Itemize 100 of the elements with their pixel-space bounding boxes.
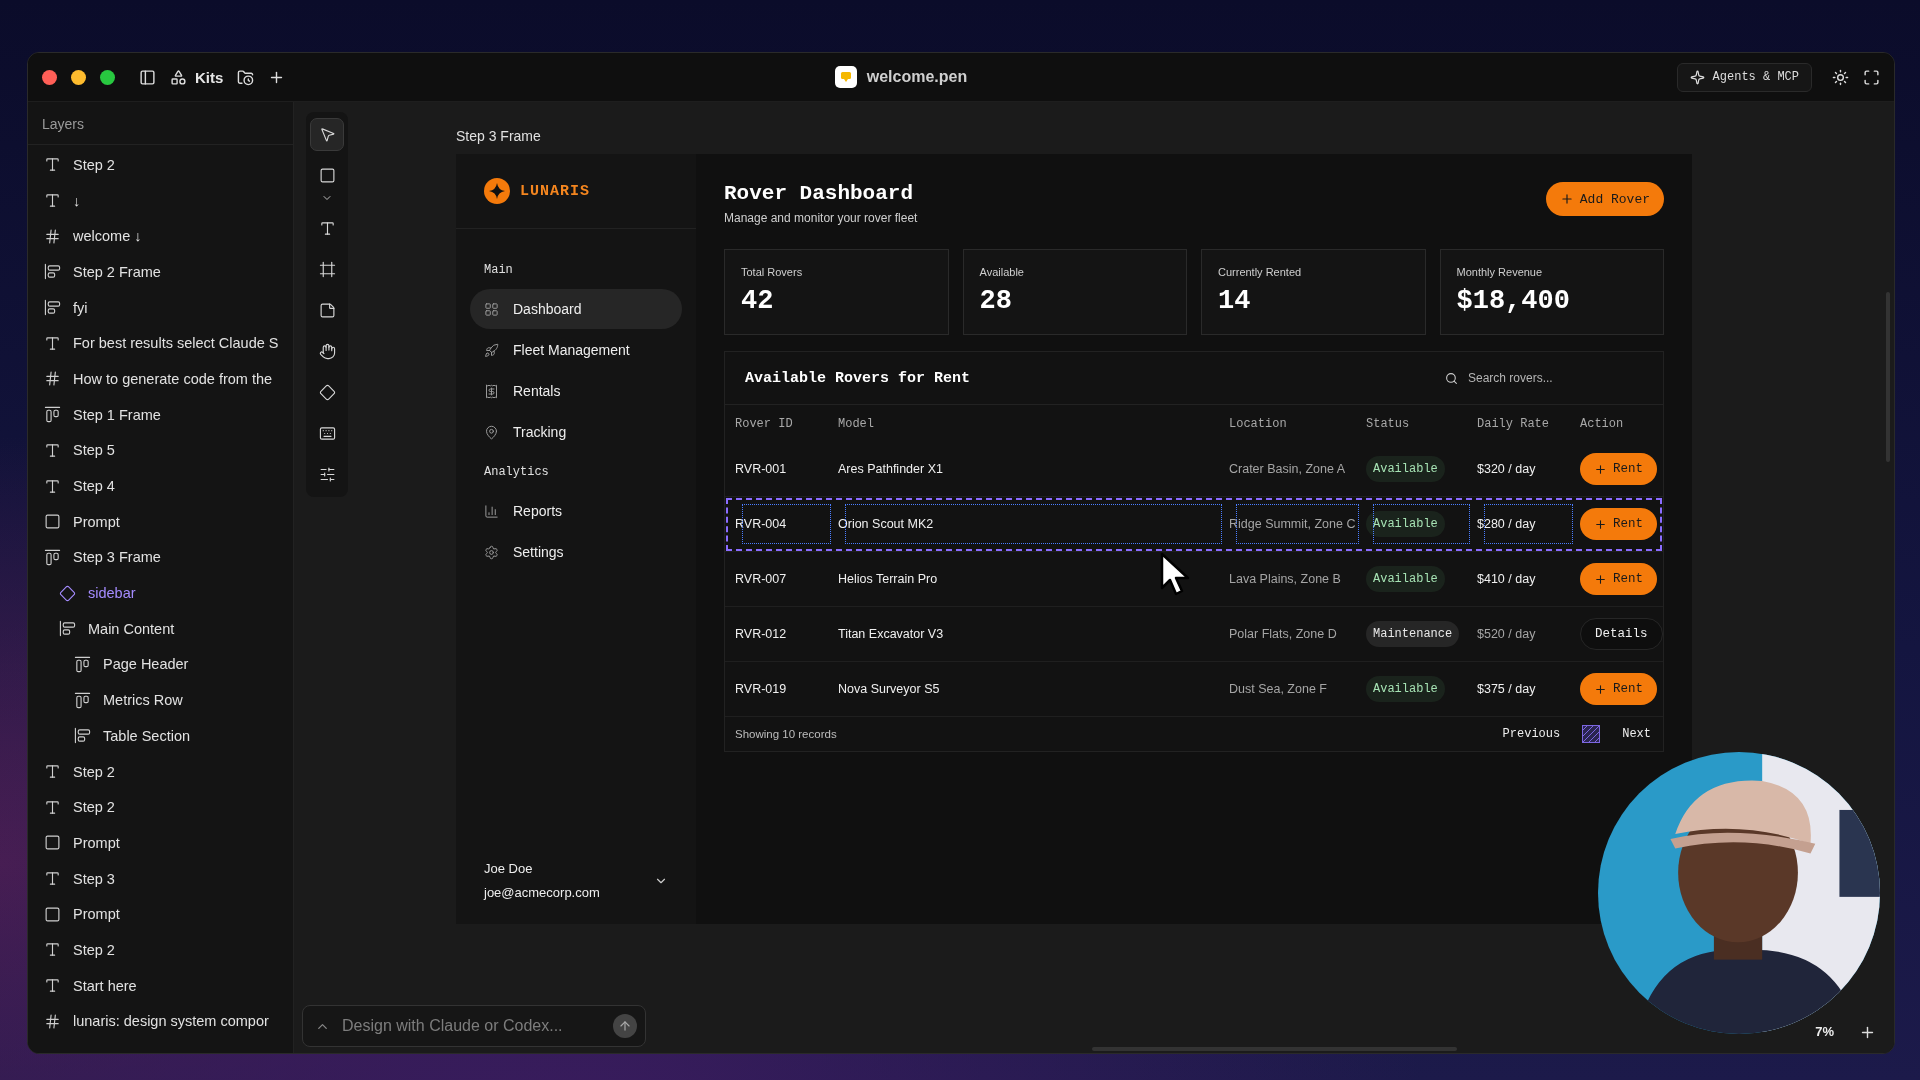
text-icon — [44, 334, 61, 352]
nav-item[interactable]: Dashboard — [470, 289, 682, 329]
folder-clock-icon[interactable] — [237, 68, 255, 86]
minimize-button[interactable] — [71, 69, 86, 85]
layer-item[interactable]: Prompt — [28, 825, 293, 861]
columns-icon — [44, 548, 61, 566]
add-rover-button[interactable]: Add Rover — [1545, 182, 1664, 216]
shapes-icon[interactable] — [170, 68, 187, 86]
layer-item[interactable]: Page Header — [28, 646, 293, 683]
sidebar-toggle-icon[interactable] — [139, 68, 156, 86]
agents-button[interactable]: Agents & MCP — [1676, 62, 1812, 92]
rent-button[interactable]: Rent — [1580, 563, 1657, 595]
record-count: Showing 10 records — [735, 728, 837, 740]
metric-label: Available — [979, 266, 1025, 278]
nav-item[interactable]: Settings — [470, 532, 682, 572]
table-title: Available Rovers for Rent — [745, 369, 971, 387]
table-row[interactable]: RVR-001 Ares Pathfinder X1 Crater Basin, Zone A Available $320 / day Rent — [725, 442, 1663, 497]
metric-label: Total Rovers — [741, 266, 804, 278]
layer-item[interactable]: Step 2 Frame — [28, 254, 293, 290]
rent-button[interactable]: Rent — [1580, 673, 1657, 705]
layer-item[interactable]: fyi — [28, 289, 293, 326]
nav-item[interactable]: Reports — [470, 491, 682, 531]
table-cell: $410 / day — [1477, 572, 1536, 586]
text-icon — [44, 977, 61, 995]
grid-icon — [484, 301, 499, 317]
plus-icon — [1594, 517, 1607, 531]
rent-button[interactable]: Rent — [1580, 508, 1657, 540]
layer-item[interactable]: Step 5 — [28, 432, 293, 469]
layer-item[interactable]: sidebar — [28, 575, 293, 611]
logo-text: LUNARIS — [520, 182, 590, 200]
table-cell: RVR-012 — [735, 627, 787, 641]
prompt-input[interactable]: Design with Claude or Codex... — [340, 1016, 603, 1036]
settings-icon — [484, 544, 499, 560]
frame-label: Step 3 Frame — [456, 128, 542, 144]
table-row[interactable]: RVR-012 Titan Excavator V3 Polar Flats, Zone D Maintenance $520 / day Details — [725, 607, 1663, 662]
page-subtitle: Manage and monitor your rover fleet — [724, 211, 918, 225]
nav-item[interactable]: Tracking — [470, 412, 682, 452]
rocket-icon — [484, 342, 499, 358]
column-header: Model — [838, 416, 875, 431]
layer-item[interactable]: Start here — [28, 967, 293, 1004]
metric-value: 28 — [979, 286, 1013, 316]
layer-item[interactable]: Step 2 — [28, 753, 293, 790]
table-cell: Polar Flats, Zone D — [1229, 627, 1337, 641]
layer-item[interactable]: Step 2 — [28, 147, 293, 183]
next-button[interactable]: Next — [1622, 727, 1651, 741]
status-badge: Available — [1366, 566, 1445, 592]
zoom-level[interactable]: 7% — [1815, 1024, 1834, 1039]
layer-item[interactable]: Prompt — [28, 503, 293, 540]
layer-item[interactable]: ↓ — [28, 182, 293, 219]
nav-item[interactable]: Rentals — [470, 371, 682, 411]
plus-icon — [1594, 572, 1607, 586]
metric-value: 14 — [1218, 286, 1252, 316]
table-row[interactable]: RVR-019 Nova Surveyor S5 Dust Sea, Zone F Available $375 / day Rent — [725, 662, 1663, 717]
search-icon — [1445, 371, 1458, 385]
page-title: Rover Dashboard — [724, 182, 915, 205]
table-cell: Orion Scout MK2 — [838, 497, 1229, 551]
details-button[interactable]: Details — [1580, 618, 1663, 650]
zoom-button[interactable] — [100, 69, 115, 85]
nav-section-title: Analytics — [483, 464, 550, 481]
layer-item[interactable]: lunaris: design system compor — [28, 1003, 293, 1040]
layer-item[interactable]: Step 3 Frame — [28, 539, 293, 576]
layer-item[interactable]: Step 4 — [28, 468, 293, 504]
layer-item[interactable]: Step 2 — [28, 932, 293, 968]
prompt-field[interactable]: Design with Claude or Codex... — [302, 1005, 646, 1047]
table-cell: Ridge Summit, Zone C — [1229, 497, 1366, 551]
layer-item[interactable]: How to generate code from the — [28, 361, 293, 397]
column-header: Location — [1229, 416, 1288, 431]
layer-item[interactable]: Table Section — [28, 718, 293, 754]
pointer-tool-icon[interactable] — [310, 118, 344, 151]
rent-button[interactable]: Rent — [1580, 453, 1657, 485]
status-badge: Available — [1366, 511, 1445, 537]
nav-item[interactable]: Fleet Management — [470, 330, 682, 370]
layer-item[interactable]: Step 2 — [28, 789, 293, 826]
table-cell: RVR-004 — [735, 497, 838, 551]
previous-button[interactable]: Previous — [1502, 727, 1561, 741]
columns-icon — [74, 691, 91, 709]
layer-item[interactable]: Metrics Row — [28, 682, 293, 718]
metric-value: $18,400 — [1456, 286, 1571, 316]
hash-icon — [44, 370, 61, 388]
table-cell: Crater Basin, Zone A — [1229, 462, 1346, 476]
send-icon[interactable] — [613, 1014, 637, 1038]
sun-icon[interactable] — [1832, 68, 1849, 86]
panel-title: Layers — [28, 102, 293, 145]
search-field[interactable]: Search rovers... — [1466, 370, 1640, 386]
layer-item[interactable]: Main Content — [28, 610, 293, 647]
close-button[interactable] — [42, 69, 57, 85]
layer-item[interactable]: welcome ↓ — [28, 218, 293, 255]
fullscreen-icon[interactable] — [1863, 68, 1880, 86]
columns-icon — [44, 406, 61, 424]
table-cell: $375 / day — [1477, 682, 1536, 696]
layer-item[interactable]: Step 3 — [28, 860, 293, 897]
metric-value: 42 — [741, 286, 775, 316]
kits-label[interactable]: Kits — [195, 68, 224, 86]
layer-item[interactable]: Prompt — [28, 896, 293, 933]
layer-item[interactable]: For best results select Claude S — [28, 325, 293, 362]
table-cell: Ares Pathfinder X1 — [838, 462, 943, 476]
text-icon — [44, 441, 61, 459]
table-row[interactable]: RVR-004 Orion Scout MK2 Ridge Summit, Zone C Available $280 / day Rent — [725, 497, 1663, 552]
layer-item[interactable]: Step 1 Frame — [28, 396, 293, 433]
zoom-in-icon[interactable] — [1859, 1024, 1876, 1041]
